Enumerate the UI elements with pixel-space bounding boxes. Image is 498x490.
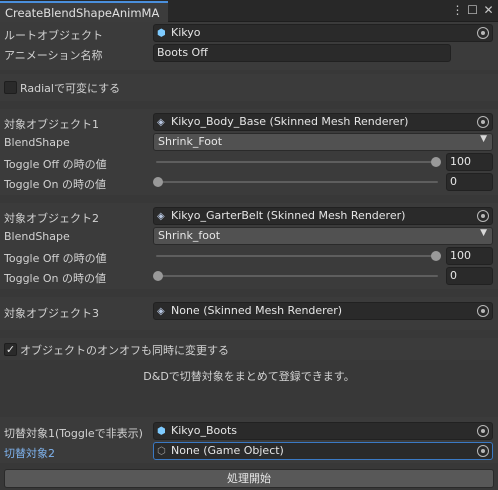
target-object-value: None (Skinned Mesh Renderer) [171, 304, 343, 317]
blendshape-value: Shrink_Foot [158, 135, 223, 148]
root-object-value: Kikyo [171, 26, 201, 39]
toggle-off-slider[interactable] [153, 247, 441, 265]
slider-handle[interactable] [153, 177, 163, 187]
toggle-on-label: Toggle On の時の値 [4, 178, 106, 191]
animation-name-label: アニメーション名称 [4, 49, 103, 62]
object-picker-icon[interactable] [477, 27, 489, 39]
cube-outline-icon: ⬡ [157, 446, 166, 457]
switch-target-2-value: None (Game Object) [171, 444, 284, 457]
switch-target-1-field[interactable]: ⬢ Kikyo_Boots [153, 422, 493, 440]
slider-track [156, 161, 438, 163]
run-button[interactable]: 処理開始 [4, 469, 494, 488]
switch-target-2-label: 切替対象2 [4, 447, 55, 460]
slider-track [156, 255, 438, 257]
blendshape-label: BlendShape [4, 136, 70, 149]
toggle-on-label: Toggle On の時の値 [4, 272, 106, 285]
object-picker-icon[interactable] [477, 116, 489, 128]
slider-handle[interactable] [431, 251, 441, 261]
dropdown-arrow-icon: ▼ [480, 228, 487, 238]
drop-area[interactable]: D&Dで切替対象をまとめて登録できます。 [0, 360, 498, 412]
target-object-field[interactable]: ◈ None (Skinned Mesh Renderer) [153, 302, 493, 320]
object-picker-icon[interactable] [477, 445, 489, 457]
toggle-on-slider[interactable] [153, 173, 441, 191]
radial-section: Radialで可変にする [0, 74, 498, 101]
slider-handle[interactable] [153, 271, 163, 281]
skinned-mesh-icon: ◈ [157, 211, 165, 222]
drop-help-text: D&Dで切替対象をまとめて登録できます。 [143, 370, 355, 383]
radial-checkbox[interactable] [4, 81, 17, 94]
skinned-mesh-icon: ◈ [157, 306, 165, 317]
dropdown-arrow-icon: ▼ [480, 134, 487, 144]
toggle-off-label: Toggle Off の時の値 [4, 158, 107, 171]
object-picker-icon[interactable] [477, 210, 489, 222]
settings-section: ルートオブジェクト ⬢ Kikyo アニメーション名称 Boots Off [0, 22, 498, 70]
target-object-label: 対象オブジェクト1 [4, 118, 99, 131]
slider-handle[interactable] [431, 157, 441, 167]
switch-target-1-value: Kikyo_Boots [171, 424, 238, 437]
toggle-off-value-field[interactable]: 100 [446, 247, 493, 265]
switch-target-section: 切替対象1(Toggleで非表示) ⬢ Kikyo_Boots 切替対象2 ⬡ No… [0, 417, 498, 463]
root-object-field[interactable]: ⬢ Kikyo [153, 24, 493, 42]
toggle-on-value-field[interactable]: 0 [446, 173, 493, 191]
blendshape-dropdown[interactable]: Shrink_foot ▼ [153, 227, 493, 245]
switch-target-1-label: 切替対象1(Toggleで非表示) [4, 427, 143, 440]
tab-create-blendshape-anim-ma[interactable]: CreateBlendShapeAnimMA [0, 1, 168, 22]
object-picker-icon[interactable] [477, 425, 489, 437]
sync-checkbox[interactable]: ✓ [4, 343, 17, 356]
target-object-value: Kikyo_Body_Base (Skinned Mesh Renderer) [171, 115, 409, 128]
switch-target-2-field[interactable]: ⬡ None (Game Object) [153, 442, 493, 460]
target-section-2: 対象オブジェクト2 ◈ Kikyo_GarterBelt (Skinned Mes… [0, 203, 498, 289]
slider-track [156, 181, 438, 183]
animation-name-input[interactable]: Boots Off [153, 44, 451, 62]
skinned-mesh-icon: ◈ [157, 117, 165, 128]
toggle-on-slider[interactable] [153, 267, 441, 285]
blendshape-dropdown[interactable]: Shrink_Foot ▼ [153, 133, 493, 151]
toggle-off-value-field[interactable]: 100 [446, 153, 493, 171]
game-object-icon: ⬢ [157, 28, 166, 39]
window-tab-bar: CreateBlendShapeAnimMA ⋮ ☐ ✕ [0, 0, 498, 22]
blendshape-label: BlendShape [4, 230, 70, 243]
root-object-label: ルートオブジェクト [4, 29, 103, 42]
close-icon[interactable]: ✕ [481, 3, 496, 18]
target-section-1: 対象オブジェクト1 ◈ Kikyo_Body_Base (Skinned Mesh… [0, 109, 498, 195]
target-object-field[interactable]: ◈ Kikyo_GarterBelt (Skinned Mesh Renderer… [153, 207, 493, 225]
slider-track [156, 275, 438, 277]
target-object-label: 対象オブジェクト3 [4, 307, 99, 320]
toggle-off-slider[interactable] [153, 153, 441, 171]
target-section-3: 対象オブジェクト3 ◈ None (Skinned Mesh Renderer) [0, 297, 498, 330]
toggle-on-value-field[interactable]: 0 [446, 267, 493, 285]
more-icon[interactable]: ⋮ [450, 3, 465, 18]
target-object-field[interactable]: ◈ Kikyo_Body_Base (Skinned Mesh Renderer) [153, 113, 493, 131]
toggle-off-label: Toggle Off の時の値 [4, 252, 107, 265]
object-picker-icon[interactable] [477, 305, 489, 317]
sync-section: ✓ オブジェクトのオンオフも同時に変更する [0, 338, 498, 360]
radial-label: Radialで可変にする [20, 82, 121, 95]
target-object-label: 対象オブジェクト2 [4, 212, 99, 225]
blendshape-value: Shrink_foot [158, 229, 221, 242]
sync-label: オブジェクトのオンオフも同時に変更する [20, 344, 229, 357]
target-object-value: Kikyo_GarterBelt (Skinned Mesh Renderer) [171, 209, 406, 222]
inspector-content: ルートオブジェクト ⬢ Kikyo アニメーション名称 Boots Off Rad… [0, 22, 498, 490]
maximize-icon[interactable]: ☐ [465, 3, 480, 18]
game-object-icon: ⬢ [157, 426, 166, 437]
